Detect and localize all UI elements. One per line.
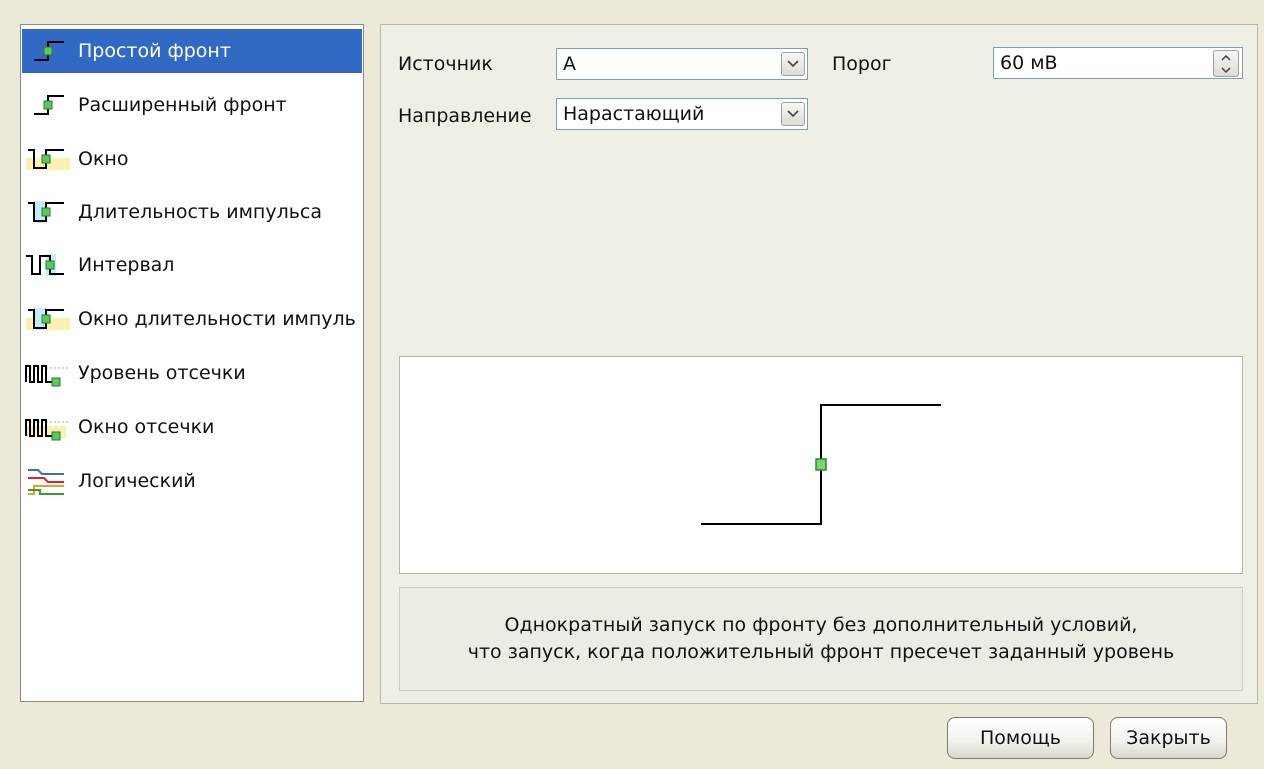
close-button[interactable]: Закрыть [1110, 717, 1227, 759]
list-item-label: Интервал [78, 254, 175, 276]
list-item-window-dropout[interactable]: Окно отсечки [22, 405, 362, 449]
interval-icon [24, 247, 76, 283]
window-pulse-width-icon [24, 301, 76, 337]
chevron-down-icon[interactable] [781, 102, 805, 126]
level-dropout-icon [24, 355, 76, 391]
list-item-pulse-width[interactable]: Длительность импульса [22, 190, 362, 234]
window-icon [24, 141, 76, 177]
direction-dropdown[interactable]: Нарастающий [556, 98, 808, 130]
pulse-width-icon [24, 194, 76, 230]
list-item-label: Уровень отсечки [78, 362, 246, 384]
list-item-label: Расширенный фронт [78, 94, 287, 116]
list-item-label: Окно длительности импуль [78, 308, 356, 330]
list-item-label: Длительность импульса [78, 201, 323, 223]
threshold-label: Порог [832, 53, 892, 75]
window-dropout-icon [24, 409, 76, 445]
list-item-window-pulse-width[interactable]: Окно длительности импуль [22, 297, 362, 341]
help-button[interactable]: Помощь [947, 717, 1094, 759]
list-item-interval[interactable]: Интервал [22, 243, 362, 287]
list-item-label: Простой фронт [78, 40, 231, 62]
simple-edge-icon [24, 33, 76, 69]
trigger-diagram [399, 356, 1243, 574]
trigger-description: Однократный запуск по фронту без дополни… [399, 587, 1243, 691]
chevron-down-icon[interactable] [781, 52, 805, 76]
description-line-2: что запуск, когда положительный фронт пр… [467, 641, 1175, 663]
list-item-logic[interactable]: Логический [22, 459, 362, 503]
spinner-buttons[interactable] [1213, 50, 1239, 77]
rising-edge-diagram [701, 404, 941, 525]
trigger-point-marker [815, 458, 827, 471]
spin-up-icon[interactable] [1214, 52, 1238, 64]
direction-value: Нарастающий [563, 103, 705, 125]
list-item-advanced-edge[interactable]: Расширенный фронт [22, 83, 362, 127]
list-item-label: Логический [78, 470, 196, 492]
source-label: Источник [398, 53, 493, 75]
list-item-label: Окно [78, 148, 129, 170]
advanced-edge-icon [24, 87, 76, 123]
list-item-level-dropout[interactable]: Уровень отсечки [22, 351, 362, 395]
spin-down-icon[interactable] [1214, 64, 1238, 76]
description-line-1: Однократный запуск по фронту без дополни… [504, 614, 1138, 636]
direction-label: Направление [398, 105, 532, 127]
list-item-label: Окно отсечки [78, 416, 215, 438]
list-item-window[interactable]: Окно [22, 137, 362, 181]
threshold-spinbox[interactable]: 60 мВ [993, 47, 1243, 79]
source-value: A [563, 53, 576, 75]
trigger-type-list[interactable]: Простой фронт Расширенный фронт Окно Дли… [20, 24, 364, 702]
threshold-value: 60 мВ [1000, 52, 1058, 74]
list-item-simple-edge[interactable]: Простой фронт [22, 29, 362, 73]
source-dropdown[interactable]: A [556, 48, 808, 80]
trigger-settings-panel: Источник A Порог 60 мВ Направление Нарас… [380, 24, 1258, 704]
logic-icon [24, 463, 76, 499]
